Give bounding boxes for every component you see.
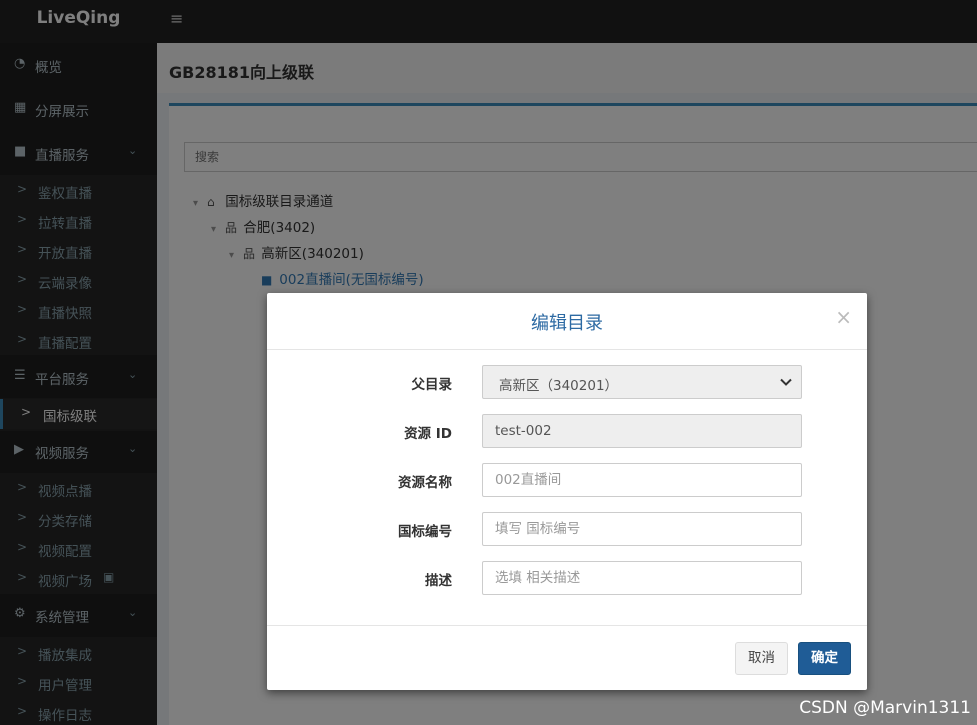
close-icon[interactable]: × xyxy=(835,305,852,329)
modal-header: 编辑目录 × xyxy=(267,293,867,350)
chevron-down-icon xyxy=(780,378,792,386)
cancel-button[interactable]: 取消 xyxy=(735,642,788,675)
form-row-resource-name: 资源名称 xyxy=(267,463,867,497)
parent-directory-select[interactable]: 高新区（340201） xyxy=(482,365,802,399)
resource-id-label: 资源 ID xyxy=(404,426,452,442)
watermark-text: CSDN @Marvin1311 xyxy=(799,698,971,718)
modal-title: 编辑目录 xyxy=(531,313,603,334)
description-label: 描述 xyxy=(425,573,452,589)
gb-code-label: 国标编号 xyxy=(398,524,452,540)
form-row-resource-id: 资源 ID xyxy=(267,414,867,448)
resource-name-label: 资源名称 xyxy=(398,475,452,491)
modal-footer: 取消 确定 xyxy=(267,625,867,690)
parent-directory-label: 父目录 xyxy=(411,377,453,393)
confirm-button[interactable]: 确定 xyxy=(798,642,851,675)
resource-name-field[interactable] xyxy=(482,463,802,497)
parent-directory-value: 高新区（340201） xyxy=(499,378,619,394)
edit-directory-modal: 编辑目录 × 父目录 高新区（340201） 资源 ID 资源名称 国标编号 描… xyxy=(267,293,867,690)
form-row-parent: 父目录 高新区（340201） xyxy=(267,365,867,399)
form-row-gb-code: 国标编号 xyxy=(267,512,867,546)
resource-id-field[interactable] xyxy=(482,414,802,448)
form-row-description: 描述 xyxy=(267,561,867,595)
gb-code-field[interactable] xyxy=(482,512,802,546)
description-field[interactable] xyxy=(482,561,802,595)
